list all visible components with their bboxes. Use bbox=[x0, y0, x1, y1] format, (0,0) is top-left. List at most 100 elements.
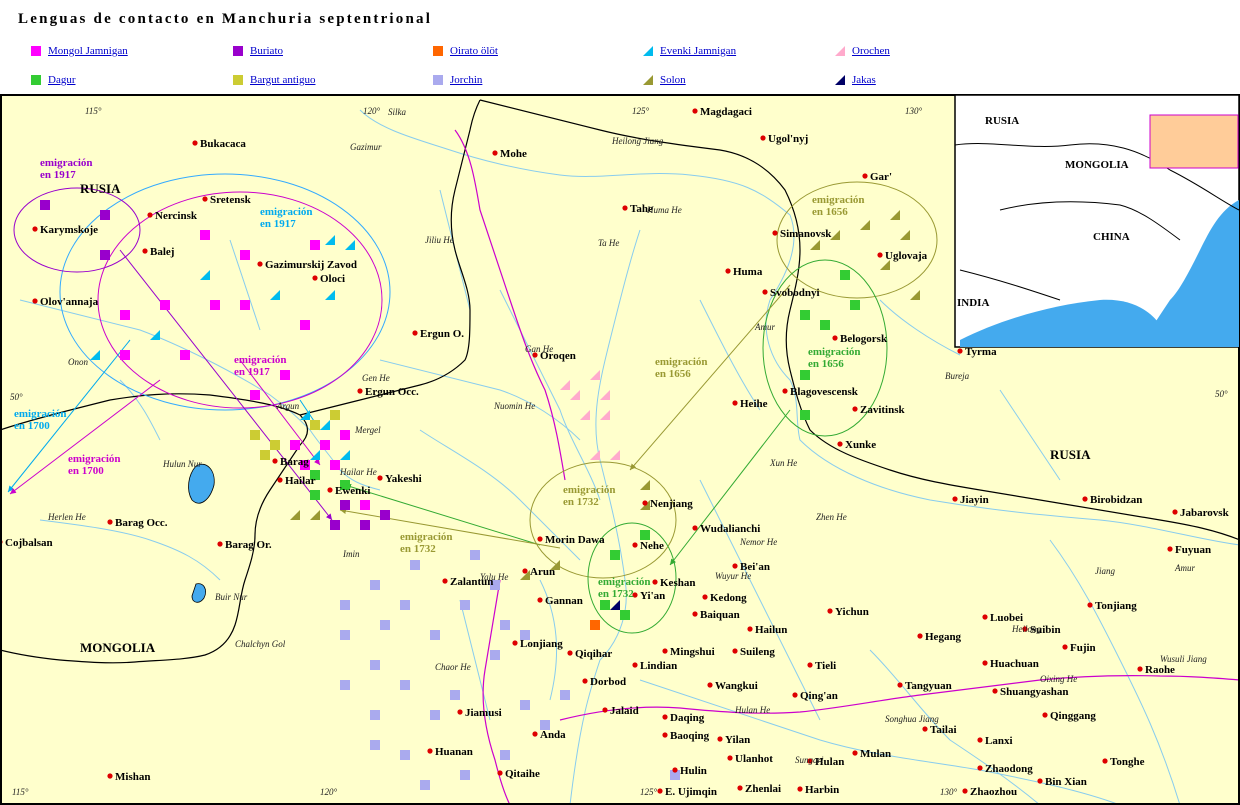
city-dot bbox=[917, 633, 923, 639]
city-dot bbox=[32, 298, 38, 304]
city-dot bbox=[1167, 546, 1173, 552]
city-label: Harbin bbox=[805, 784, 839, 796]
legend-item-solon[interactable]: Solon bbox=[643, 74, 686, 86]
city-dot bbox=[837, 441, 843, 447]
city-dot bbox=[532, 731, 538, 737]
legend-swatch-jakas bbox=[835, 75, 845, 85]
marker-dagur bbox=[800, 310, 810, 320]
graticule-label: 50° bbox=[10, 392, 23, 402]
river-label: Onon bbox=[68, 357, 88, 367]
city-dot bbox=[632, 662, 638, 668]
city-label: Yakeshi bbox=[385, 473, 422, 485]
country-label: RUSIA bbox=[1050, 447, 1091, 462]
legend-swatch-oirato bbox=[433, 46, 443, 56]
city-label: Yi'an bbox=[640, 590, 665, 602]
city-label: Birobidzan bbox=[1090, 494, 1142, 506]
marker-mongol bbox=[160, 300, 170, 310]
city-dot bbox=[492, 150, 498, 156]
marker-jorchin bbox=[370, 740, 380, 750]
city-label: Qing'an bbox=[800, 690, 838, 702]
marker-mongol bbox=[290, 440, 300, 450]
city-label: Qiqihar bbox=[575, 648, 612, 660]
city-label: Tonghe bbox=[1110, 756, 1145, 768]
city-dot bbox=[760, 135, 766, 141]
legend-item-dagur[interactable]: Dagur bbox=[31, 74, 76, 86]
river-label: Songhua Jiang bbox=[885, 714, 939, 724]
legend-item-jorchin[interactable]: Jorchin bbox=[433, 74, 482, 86]
city-dot bbox=[747, 626, 753, 632]
legend-item-jakas[interactable]: Jakas bbox=[835, 74, 876, 86]
marker-jorchin bbox=[560, 690, 570, 700]
city-label: Wudalianchi bbox=[700, 523, 760, 535]
marker-buriato bbox=[100, 250, 110, 260]
city-dot bbox=[602, 707, 608, 713]
marker-jorchin bbox=[340, 680, 350, 690]
city-dot bbox=[662, 732, 668, 738]
map-title: Lenguas de contacto en Manchuria septent… bbox=[18, 11, 433, 27]
river-label: Mergel bbox=[354, 425, 381, 435]
city-label: Oloci bbox=[320, 273, 345, 285]
country-label: MONGOLIA bbox=[80, 640, 156, 655]
city-dot bbox=[862, 173, 868, 179]
city-dot bbox=[497, 770, 503, 776]
city-label: Anda bbox=[540, 729, 566, 741]
legend-swatch-bargut bbox=[233, 75, 243, 85]
marker-buriato bbox=[100, 210, 110, 220]
city-dot bbox=[832, 335, 838, 341]
marker-mongol bbox=[330, 460, 340, 470]
marker-jorchin bbox=[340, 600, 350, 610]
city-dot bbox=[257, 261, 263, 267]
city-dot bbox=[725, 268, 731, 274]
legend-swatch-evenki bbox=[643, 46, 653, 56]
river-label: Gan He bbox=[525, 344, 553, 354]
city-dot bbox=[1042, 712, 1048, 718]
marker-dagur bbox=[310, 490, 320, 500]
legend-item-buriato[interactable]: Buriato bbox=[233, 45, 283, 57]
marker-dagur bbox=[800, 370, 810, 380]
marker-jorchin bbox=[410, 560, 420, 570]
city-label: Yichun bbox=[835, 606, 869, 618]
city-label: Karymskoje bbox=[40, 224, 98, 236]
city-label: Gannan bbox=[545, 595, 583, 607]
city-dot bbox=[992, 688, 998, 694]
city-dot bbox=[442, 578, 448, 584]
map-canvas: Bukacaca Magdagaci Ugol'nyj Mohe Gar' Sretens… bbox=[0, 94, 1240, 805]
city-label: Uglovaja bbox=[885, 250, 928, 262]
city-dot bbox=[327, 487, 333, 493]
river-label: Hulun Nur bbox=[162, 459, 202, 469]
marker-jorchin bbox=[370, 660, 380, 670]
river-label: Imin bbox=[342, 549, 360, 559]
city-label: Gazimurskij Zavod bbox=[265, 259, 357, 271]
legend-item-evenki[interactable]: Evenki Jamnigan bbox=[643, 45, 736, 57]
city-dot bbox=[762, 289, 768, 295]
legend-swatch-solon bbox=[643, 75, 653, 85]
city-dot bbox=[797, 786, 803, 792]
legend-item-oirato[interactable]: Oirato ölöt bbox=[433, 45, 498, 57]
city-label: Zavitinsk bbox=[860, 404, 906, 416]
legend-item-orochen[interactable]: Orochen bbox=[835, 45, 890, 57]
city-dot bbox=[1172, 509, 1178, 515]
legend-item-mongol[interactable]: Mongol Jamnigan bbox=[31, 45, 128, 57]
marker-mongol bbox=[280, 370, 290, 380]
marker-mongol bbox=[320, 440, 330, 450]
legend-label-jakas: Jakas bbox=[852, 74, 876, 86]
city-label: Barag Or. bbox=[225, 539, 272, 551]
city-dot bbox=[1082, 496, 1088, 502]
marker-bargut bbox=[250, 430, 260, 440]
marker-mongol bbox=[240, 300, 250, 310]
marker-mongol bbox=[300, 320, 310, 330]
graticule-label: 120° bbox=[363, 106, 381, 116]
city-label: Heihe bbox=[740, 398, 768, 410]
city-dot bbox=[107, 519, 113, 525]
river-label: Zhen He bbox=[816, 512, 847, 522]
marker-jorchin bbox=[500, 750, 510, 760]
legend-item-bargut[interactable]: Bargut antiguo bbox=[233, 74, 316, 86]
city-label: Huma bbox=[733, 266, 763, 278]
city-dot bbox=[977, 765, 983, 771]
legend-label-orochen: Orochen bbox=[852, 45, 890, 57]
city-label: Jiamusi bbox=[465, 707, 502, 719]
city-label: Hegang bbox=[925, 631, 962, 643]
city-label: Wangkui bbox=[715, 680, 758, 692]
marker-buriato bbox=[40, 200, 50, 210]
legend-label-bargut: Bargut antiguo bbox=[250, 74, 316, 86]
